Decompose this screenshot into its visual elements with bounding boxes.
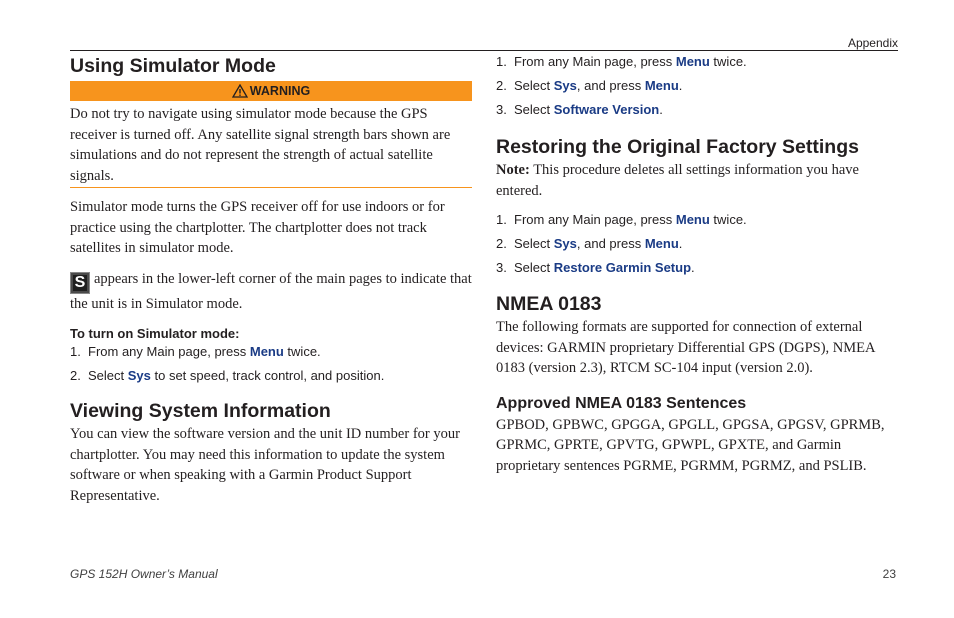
simulator-icon-paragraph: Sappears in the lower-left corner of the… — [70, 269, 472, 315]
simulator-paragraph: Simulator mode turns the GPS receiver of… — [70, 199, 445, 256]
note-label: Note: — [496, 162, 530, 178]
step-number: 2. — [496, 236, 507, 251]
simulator-s-icon: S — [70, 271, 90, 294]
list-item: 3. Select Software Version. — [496, 102, 898, 118]
step-text: twice. — [709, 54, 747, 69]
step-text: Select — [514, 78, 554, 93]
approved-sentences-text: GPBOD, GPBWC, GPGGA, GPGLL, GPGSA, GPGSV… — [496, 416, 885, 474]
step-number: 3. — [496, 260, 507, 275]
left-column: Using Simulator Mode WARNING Do not try … — [70, 54, 472, 506]
step-text: From any Main page, press — [514, 54, 676, 69]
procedure-heading: To turn on Simulator mode: — [70, 326, 240, 341]
note-paragraph: Note: This procedure deletes all setting… — [496, 160, 898, 201]
step-text: , and press — [576, 78, 645, 93]
warning-bar: WARNING — [70, 81, 472, 101]
step-text: Select — [88, 368, 128, 383]
step-text: to set speed, track control, and positio… — [150, 368, 385, 383]
list-item: 2. Select Sys, and press Menu. — [496, 78, 898, 94]
right-column: 1. From any Main page, press Menu twice. … — [496, 54, 898, 476]
warning-divider — [70, 187, 472, 188]
sys-key: Sys — [553, 78, 577, 93]
nmea-heading: NMEA 0183 — [496, 293, 602, 315]
manual-title: GPS 152H Owner’s Manual — [70, 567, 218, 581]
step-text: Select — [514, 260, 554, 275]
warning-triangle-icon — [231, 83, 248, 98]
step-text: . — [678, 236, 683, 251]
step-number: 1. — [496, 54, 507, 69]
restore-heading: Restoring the Original Factory Settings — [496, 136, 859, 158]
sys-key: Sys — [553, 236, 577, 251]
step-text: . — [678, 78, 683, 93]
warning-label: WARNING — [249, 84, 311, 98]
system-info-heading: Viewing System Information — [70, 400, 331, 422]
step-text: From any Main page, press — [88, 344, 250, 359]
step-text: From any Main page, press — [514, 212, 676, 227]
note-text: This procedure deletes all settings info… — [496, 162, 859, 199]
approved-sentences-heading: Approved NMEA 0183 Sentences — [496, 394, 747, 412]
step-number: 2. — [70, 368, 81, 383]
simulator-heading: Using Simulator Mode — [70, 55, 276, 77]
step-number: 3. — [496, 102, 507, 117]
list-item: 1. From any Main page, press Menu twice. — [496, 212, 898, 228]
restore-garmin-setup-key: Restore Garmin Setup — [553, 260, 692, 275]
step-text: . — [691, 260, 695, 275]
menu-key: Menu — [675, 212, 710, 227]
sys-key: Sys — [127, 368, 151, 383]
list-item: 2. Select Sys, and press Menu. — [496, 236, 898, 252]
step-text: . — [659, 102, 663, 117]
simulator-icon-text: appears in the lower-left corner of the … — [70, 270, 472, 312]
header-divider — [70, 50, 898, 51]
menu-key: Menu — [644, 236, 679, 251]
step-number: 1. — [70, 344, 81, 359]
software-version-key: Software Version — [553, 102, 660, 117]
menu-key: Menu — [249, 344, 284, 359]
step-text: Select — [514, 102, 554, 117]
list-item: 1. From any Main page, press Menu twice. — [496, 54, 898, 70]
menu-key: Menu — [675, 54, 710, 69]
menu-key: Menu — [644, 78, 679, 93]
list-item: 1. From any Main page, press Menu twice. — [70, 344, 472, 360]
step-text: twice. — [709, 212, 747, 227]
section-label: Appendix — [847, 36, 898, 50]
step-text: twice. — [283, 344, 321, 359]
step-text: Select — [514, 236, 554, 251]
list-item: 2. Select Sys to set speed, track control… — [70, 368, 472, 384]
step-number: 1. — [496, 212, 507, 227]
warning-text: Do not try to navigate using simulator m… — [70, 106, 451, 184]
list-item: 3. Select Restore Garmin Setup. — [496, 260, 898, 276]
step-number: 2. — [496, 78, 507, 93]
system-info-text: You can view the software version and th… — [70, 426, 460, 504]
step-text: , and press — [576, 236, 645, 251]
page-number: 23 — [882, 567, 896, 581]
nmea-text: The following formats are supported for … — [496, 319, 875, 376]
